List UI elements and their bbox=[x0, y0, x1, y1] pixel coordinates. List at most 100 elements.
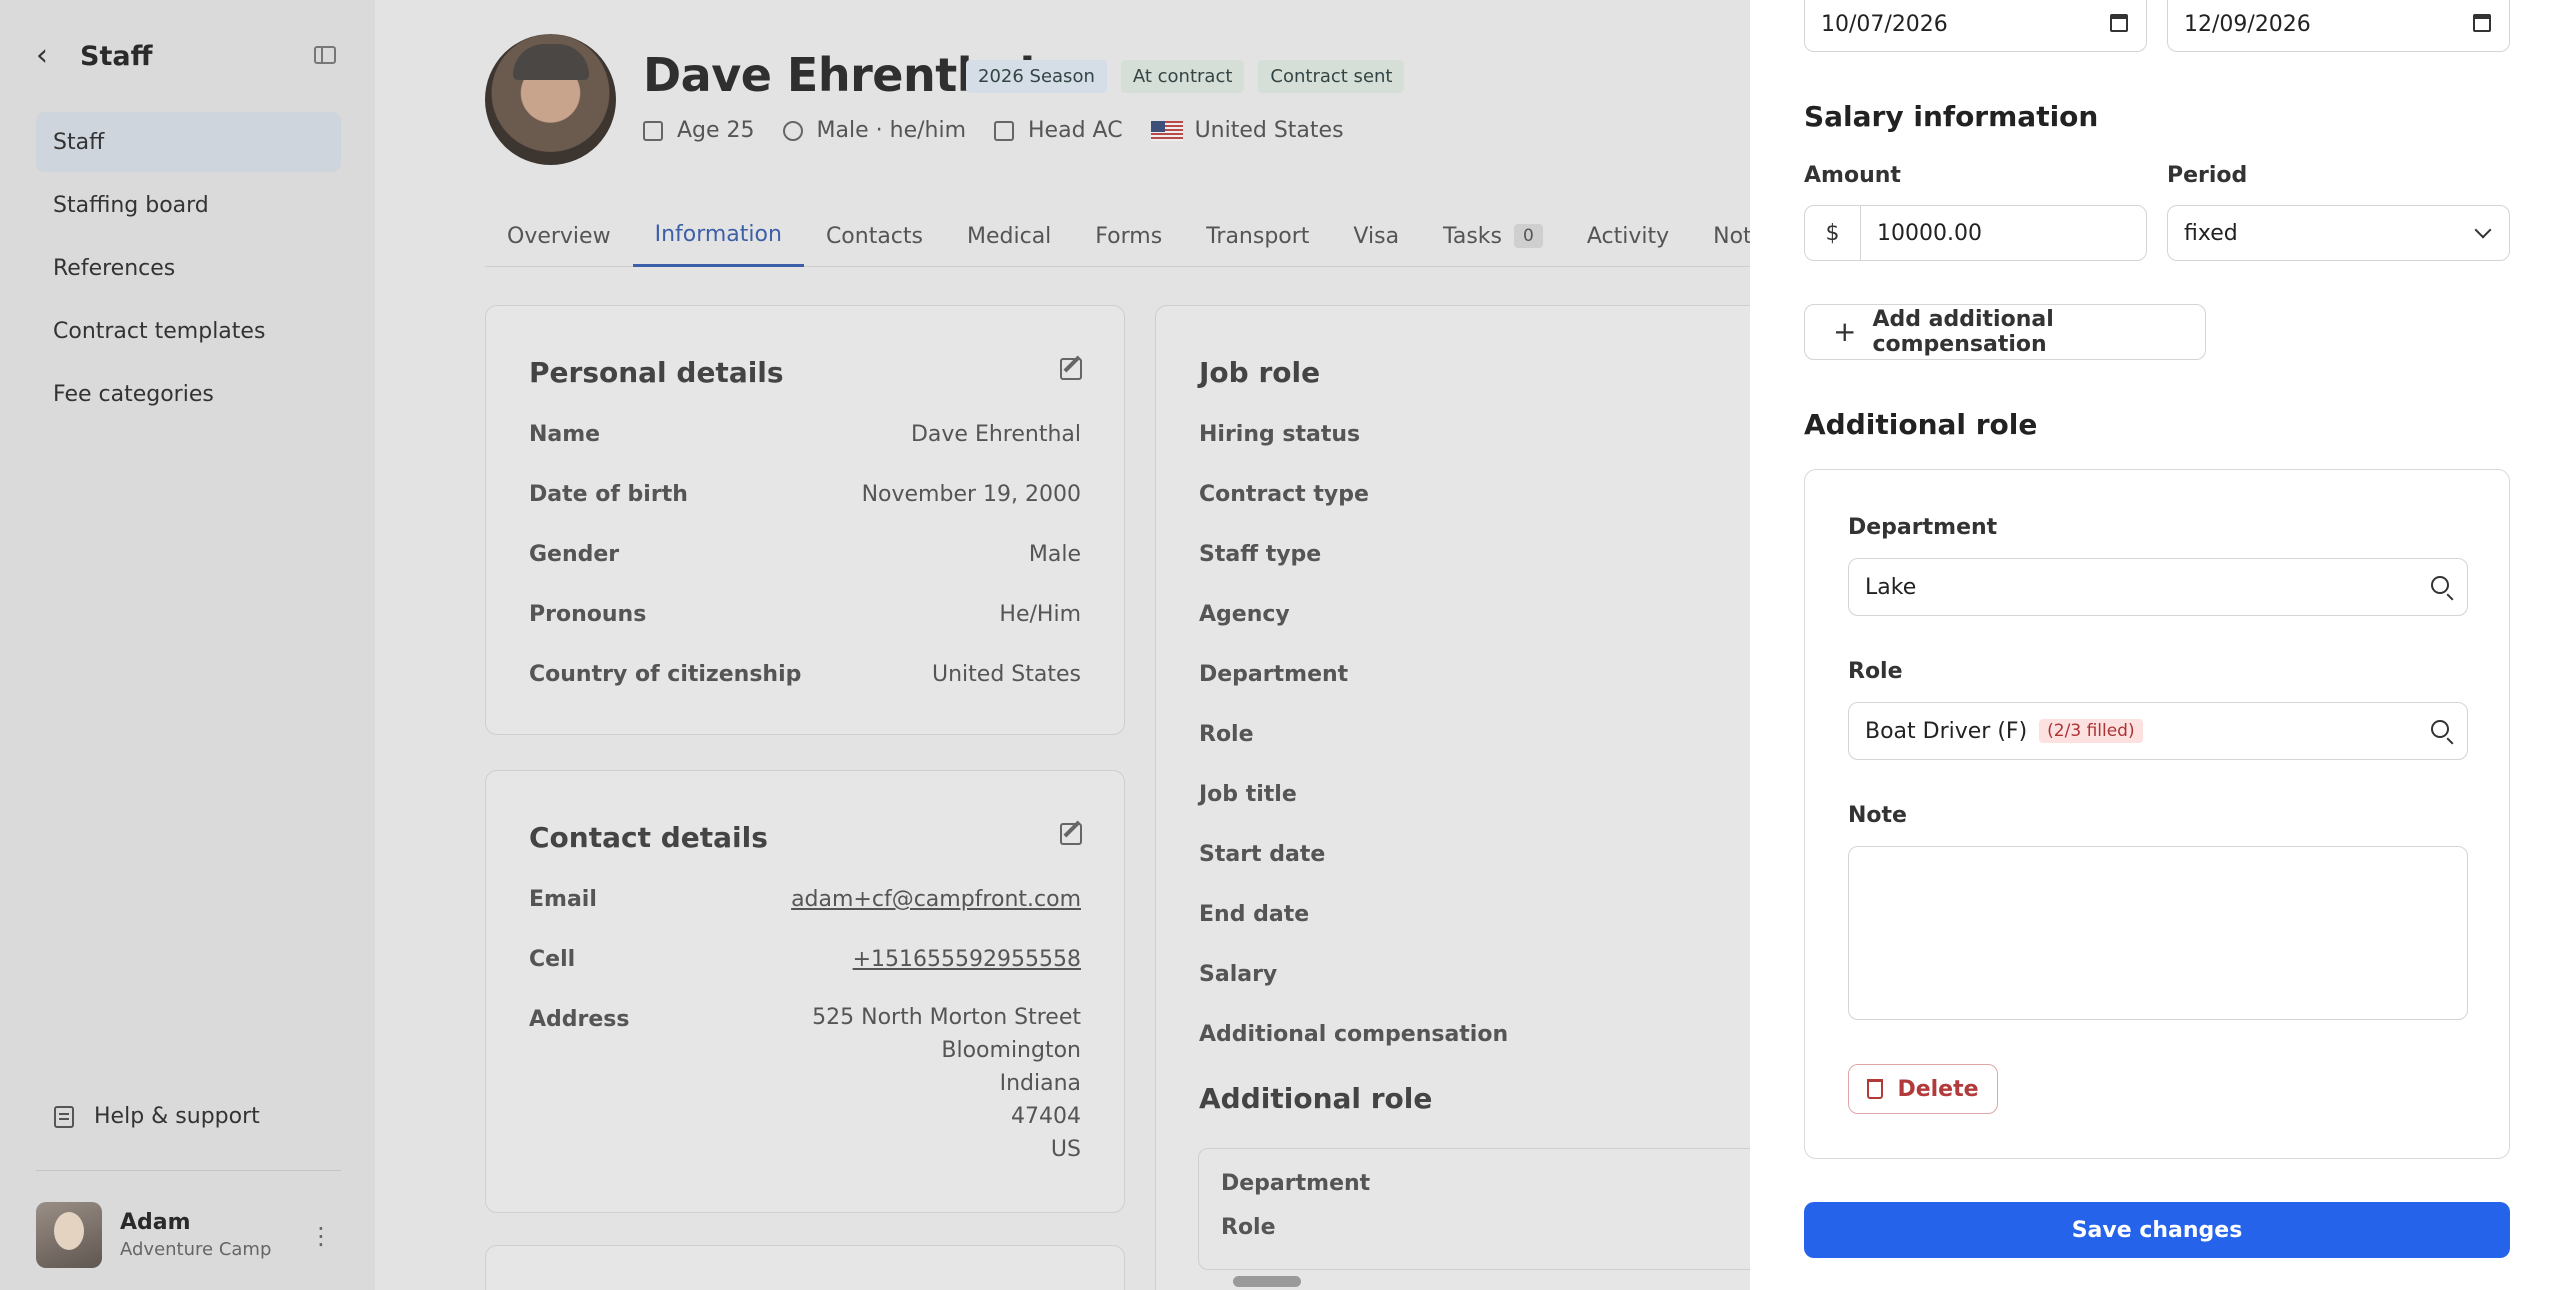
add-compensation-button[interactable]: + Add additional compensation bbox=[1804, 304, 2206, 360]
address-value: 525 North Morton Street Bloomington Indi… bbox=[812, 1001, 1081, 1166]
department-input[interactable]: Lake bbox=[1848, 558, 2468, 616]
profile-gender: Male · he/him bbox=[816, 118, 967, 143]
status-badge: At contract bbox=[1120, 60, 1245, 93]
edit-icon[interactable] bbox=[1060, 358, 1082, 380]
detail-label: Country of citizenship bbox=[529, 662, 802, 687]
role-value: Boat Driver (F) bbox=[1865, 718, 2028, 744]
start-date-value: 10/07/2026 bbox=[1821, 12, 1948, 37]
tab-forms[interactable]: Forms bbox=[1073, 205, 1184, 267]
role-filled-badge: (2/3 filled) bbox=[2039, 719, 2143, 743]
delete-button[interactable]: Delete bbox=[1848, 1064, 1998, 1114]
detail-label: Email bbox=[529, 887, 597, 912]
detail-row: Gender Male bbox=[529, 542, 1081, 572]
sidebar-item-fee-categories[interactable]: Fee categories bbox=[36, 364, 341, 424]
profile-position: Head AC bbox=[1028, 118, 1123, 143]
end-date-input[interactable]: 12/09/2026 bbox=[2167, 0, 2510, 52]
more-vertical-icon[interactable]: ⋮ bbox=[309, 1224, 333, 1248]
help-support-label: Help & support bbox=[94, 1104, 260, 1129]
detail-row: Name Dave Ehrenthal bbox=[529, 422, 1081, 452]
profile-tabs: Overview Information Contacts Medical Fo… bbox=[485, 205, 1777, 267]
detail-value: Dave Ehrenthal bbox=[910, 422, 1081, 447]
address-line: 47404 bbox=[1011, 1104, 1081, 1129]
user-name: Adam bbox=[120, 1210, 191, 1235]
detail-value: November 19, 2000 bbox=[861, 482, 1081, 507]
address-line: Bloomington bbox=[941, 1038, 1081, 1063]
job-label: Salary bbox=[1199, 962, 1278, 987]
note-textarea[interactable] bbox=[1848, 846, 2468, 1020]
tab-information[interactable]: Information bbox=[632, 205, 804, 267]
detail-label: Cell bbox=[529, 947, 576, 972]
address-line: Indiana bbox=[999, 1071, 1081, 1096]
start-date-input[interactable]: 10/07/2026 bbox=[1804, 0, 2147, 52]
job-role-card: Job role Hiring status Contract type Sta… bbox=[1155, 305, 1795, 1290]
period-select[interactable]: fixed bbox=[2167, 205, 2510, 261]
job-label: Agency bbox=[1199, 602, 1290, 627]
job-label: Hiring status bbox=[1199, 422, 1361, 447]
calendar-icon[interactable] bbox=[2473, 14, 2491, 32]
department-value: Lake bbox=[1865, 574, 1917, 600]
detail-row: Date of birth November 19, 2000 bbox=[529, 482, 1081, 512]
tab-medical[interactable]: Medical bbox=[945, 205, 1073, 267]
tasks-count-badge: 0 bbox=[1514, 224, 1543, 248]
detail-row: Country of citizenship United States bbox=[529, 662, 1081, 692]
detail-value: Male bbox=[1028, 542, 1081, 567]
detail-label: Gender bbox=[529, 542, 620, 567]
tab-visa[interactable]: Visa bbox=[1331, 205, 1421, 267]
detail-row: Cell +151655592955558 bbox=[529, 947, 1081, 977]
detail-label: Name bbox=[529, 422, 601, 447]
tab-contacts[interactable]: Contacts bbox=[804, 205, 945, 267]
edit-icon[interactable] bbox=[1060, 823, 1082, 845]
phone-link[interactable]: +151655592955558 bbox=[853, 947, 1081, 977]
main-content: Dave Ehrenthal 2026 Season At contract C… bbox=[375, 0, 1838, 1290]
job-role-title: Job role bbox=[1199, 356, 1321, 389]
job-label: Contract type bbox=[1199, 482, 1369, 507]
sidebar-item-contract-templates[interactable]: Contract templates bbox=[36, 301, 341, 361]
note-label: Note bbox=[1848, 803, 1907, 828]
add-compensation-label: Add additional compensation bbox=[1872, 307, 2054, 357]
sidebar-collapse-icon[interactable] bbox=[314, 46, 336, 64]
search-icon bbox=[2431, 576, 2449, 594]
search-icon bbox=[2431, 720, 2449, 738]
sidebar-nav: Staff Staffing board References Contract… bbox=[36, 112, 341, 427]
profile-age: Age 25 bbox=[677, 118, 755, 143]
briefcase-icon bbox=[994, 120, 1015, 141]
detail-row: Pronouns He/Him bbox=[529, 602, 1081, 632]
chevron-down-icon bbox=[2474, 221, 2492, 239]
sidebar-item-staffing-board[interactable]: Staffing board bbox=[36, 175, 341, 235]
horizontal-scrollbar[interactable] bbox=[1233, 1276, 1301, 1287]
personal-details-title: Personal details bbox=[529, 356, 784, 389]
sidebar-item-staff[interactable]: Staff bbox=[36, 112, 341, 172]
email-link[interactable]: adam+cf@campfront.com bbox=[791, 887, 1081, 917]
plus-icon: + bbox=[1833, 315, 1857, 348]
edit-panel: 10/07/2026 12/09/2026 Salary information… bbox=[1750, 0, 2560, 1290]
additional-role-box: Department Role bbox=[1198, 1148, 1838, 1270]
job-label: Department bbox=[1199, 662, 1349, 687]
tab-activity[interactable]: Activity bbox=[1565, 205, 1691, 267]
job-label: Staff type bbox=[1199, 542, 1322, 567]
calendar-icon bbox=[643, 120, 663, 141]
additional-role-heading: Additional role bbox=[1199, 1082, 1433, 1115]
help-support-link[interactable]: Help & support bbox=[54, 1104, 260, 1129]
department-label: Department bbox=[1848, 515, 1998, 540]
period-value: fixed bbox=[2184, 220, 2238, 246]
sidebar-divider bbox=[36, 1170, 341, 1171]
save-changes-button[interactable]: Save changes bbox=[1804, 1202, 2510, 1258]
job-label: Role bbox=[1221, 1215, 1276, 1240]
sidebar-title: Staff bbox=[80, 40, 153, 72]
job-label: Department bbox=[1221, 1171, 1371, 1196]
personal-details-card: Personal details Name Dave Ehrenthal Date… bbox=[485, 305, 1125, 735]
tab-tasks[interactable]: Tasks 0 bbox=[1421, 205, 1565, 267]
back-arrow-icon[interactable]: ‹ bbox=[36, 41, 66, 71]
calendar-icon[interactable] bbox=[2110, 14, 2128, 32]
role-input[interactable]: Boat Driver (F) (2/3 filled) bbox=[1848, 702, 2468, 760]
additional-role-form: Department Lake Role Boat Driver (F) (2/… bbox=[1804, 469, 2510, 1159]
profile-avatar bbox=[485, 34, 616, 165]
tab-transport[interactable]: Transport bbox=[1184, 205, 1331, 267]
amount-input[interactable]: $ 10000.00 bbox=[1804, 205, 2147, 261]
sidebar-item-references[interactable]: References bbox=[36, 238, 341, 298]
tab-overview[interactable]: Overview bbox=[485, 205, 633, 267]
detail-label: Address bbox=[529, 1007, 630, 1032]
job-label: Additional compensation bbox=[1199, 1022, 1509, 1047]
user-account[interactable]: Adam Adventure Camp ⋮ bbox=[36, 1202, 341, 1268]
job-label: Start date bbox=[1199, 842, 1326, 867]
